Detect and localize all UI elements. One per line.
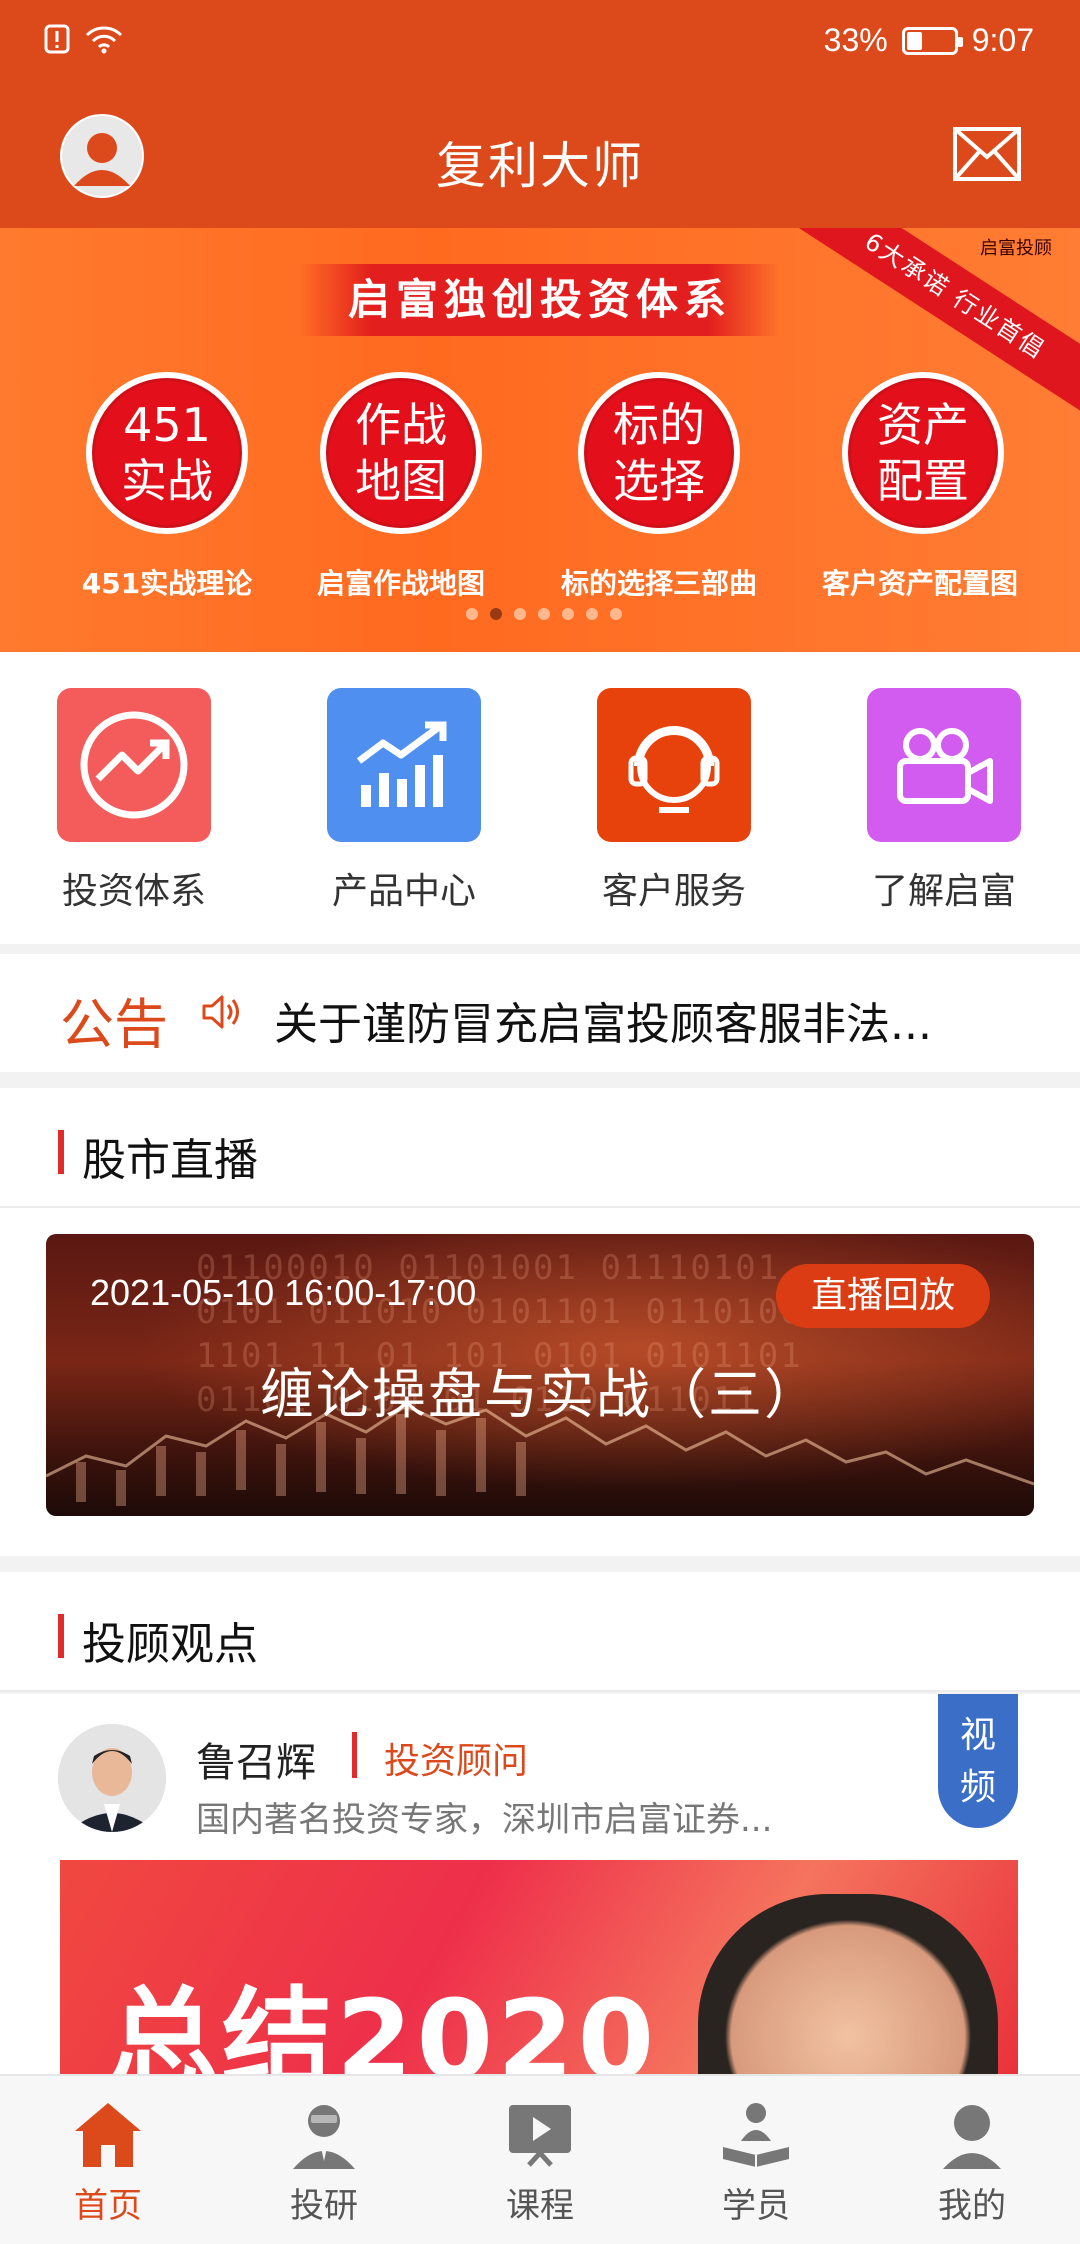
live-course-title: 缠论操盘与实战（三） xyxy=(260,1363,820,1426)
quick-nav-products[interactable]: 产品中心 xyxy=(304,688,504,914)
video-camera-icon xyxy=(867,688,1021,842)
notice-text: 关于谨防冒充启富投顾客服非法... xyxy=(274,999,932,1050)
circle-text: 选择 xyxy=(613,454,705,508)
quick-nav-label: 了解启富 xyxy=(871,871,1016,912)
wifi-icon xyxy=(84,24,124,58)
trend-circle-icon xyxy=(57,688,211,842)
advisor-video-cover[interactable]: 总结2020 xyxy=(60,1860,1018,2074)
carousel-dot[interactable] xyxy=(514,608,526,620)
tab-students[interactable]: 学员 xyxy=(648,2094,864,2227)
bottom-tab-bar: 首页 投研 课程 学员 我的 xyxy=(0,2074,1080,2244)
circle-text: 实战 xyxy=(121,454,213,508)
carousel-dot[interactable] xyxy=(610,608,622,620)
section-accent xyxy=(58,1130,64,1174)
section-title: 投顾观点 xyxy=(82,1619,258,1670)
section-accent xyxy=(58,1614,64,1658)
tab-courses[interactable]: 课程 xyxy=(432,2094,648,2227)
circle-text: 资产 xyxy=(877,398,969,452)
live-section-header: 股市直播 xyxy=(0,1088,1080,1208)
circle-text: 451 xyxy=(123,398,211,452)
promo-banner[interactable]: 启富独创投资体系 6大承诺 行业首倡 启富投顾 451 实战 作战 地图 标的 … xyxy=(0,228,1080,652)
banner-circle-451: 451 实战 xyxy=(86,372,248,534)
mail-icon xyxy=(953,127,1021,181)
badge-text: 视 xyxy=(959,1715,996,1756)
tab-profile[interactable]: 我的 xyxy=(864,2094,1080,2227)
banner-logo: 启富投顾 xyxy=(980,238,1052,259)
circle-text: 标的 xyxy=(613,398,705,452)
video-badge: 视 频 xyxy=(938,1694,1018,1828)
quick-nav-label: 客户服务 xyxy=(601,871,746,912)
carousel-dot[interactable] xyxy=(490,608,502,620)
tab-label: 首页 xyxy=(74,2186,142,2226)
carousel-dot[interactable] xyxy=(538,608,550,620)
name-separator xyxy=(352,1732,357,1778)
clock: 9:07 xyxy=(971,22,1034,58)
quick-nav-about[interactable]: 了解启富 xyxy=(844,688,1044,914)
profile-icon xyxy=(864,2094,1080,2174)
researcher-icon xyxy=(216,2094,432,2174)
banner-caption: 451实战理论 xyxy=(81,567,253,600)
banner-circle-map: 作战 地图 xyxy=(320,372,482,534)
live-date: 2021-05-10 16:00-17:00 xyxy=(90,1272,477,1313)
banner-circle-asset: 资产 配置 xyxy=(842,372,1004,534)
app-header: 复利大师 xyxy=(0,86,1080,228)
carousel-indicator[interactable] xyxy=(466,608,622,620)
advisor-section-header: 投顾观点 xyxy=(0,1572,1080,1692)
carousel-dot[interactable] xyxy=(586,608,598,620)
quick-nav: 投资体系 产品中心 客户服务 了解启富 xyxy=(0,652,1080,944)
replay-badge[interactable]: 直播回放 xyxy=(776,1264,990,1328)
status-bar: 33% 9:07 xyxy=(0,0,1080,86)
quick-nav-customer-service[interactable]: 客户服务 xyxy=(574,688,774,914)
tab-label: 投研 xyxy=(290,2186,358,2226)
circle-text: 作战 xyxy=(355,398,447,452)
alert-icon xyxy=(44,24,70,58)
circle-text: 配置 xyxy=(877,454,969,508)
tab-label: 课程 xyxy=(506,2186,574,2226)
student-icon xyxy=(648,2094,864,2174)
advisor-role: 投资顾问 xyxy=(384,1741,529,1782)
cover-title: 总结2020 xyxy=(108,1976,659,2074)
notice-bar[interactable]: 公告 关于谨防冒充启富投顾客服非法... xyxy=(0,954,1080,1072)
section-title: 股市直播 xyxy=(82,1135,258,1186)
live-card[interactable]: 01100010 01101001 01110101 0101 011010 01… xyxy=(46,1234,1034,1516)
headset-icon xyxy=(597,688,751,842)
tab-home[interactable]: 首页 xyxy=(0,2094,216,2227)
battery-percent: 33% xyxy=(823,22,888,58)
battery-icon xyxy=(901,26,963,55)
banner-headline: 启富独创投资体系 xyxy=(300,264,780,336)
quick-nav-invest-system[interactable]: 投资体系 xyxy=(34,688,234,914)
carousel-dot[interactable] xyxy=(562,608,574,620)
quick-nav-label: 投资体系 xyxy=(61,871,206,912)
speaker-icon xyxy=(200,992,244,1036)
bar-chart-icon xyxy=(327,688,481,842)
carousel-dot[interactable] xyxy=(466,608,478,620)
banner-circle-target: 标的 选择 xyxy=(578,372,740,534)
app-title: 复利大师 xyxy=(436,137,644,195)
advisor-avatar xyxy=(58,1724,166,1832)
badge-text: 频 xyxy=(959,1767,996,1808)
banner-caption: 标的选择三部曲 xyxy=(560,567,757,600)
tab-label: 我的 xyxy=(938,2186,1006,2226)
live-section: 01100010 01101001 01110101 0101 011010 01… xyxy=(0,1208,1080,1556)
cover-portrait xyxy=(698,1894,998,2074)
banner-caption: 启富作战地图 xyxy=(316,567,485,600)
notice-tag: 公告 xyxy=(60,993,168,1056)
message-button[interactable] xyxy=(952,126,1022,186)
tab-research[interactable]: 投研 xyxy=(216,2094,432,2227)
tab-label: 学员 xyxy=(722,2186,790,2226)
home-icon xyxy=(0,2094,216,2174)
advisor-intro: 国内著名投资专家，深圳市启富证券... xyxy=(196,1800,773,1840)
advisor-card[interactable]: 鲁召辉 投资顾问 国内著名投资专家，深圳市启富证券... 视 频 总结2020 xyxy=(0,1694,1080,2074)
circle-text: 地图 xyxy=(355,454,447,508)
course-play-icon xyxy=(432,2094,648,2174)
quick-nav-label: 产品中心 xyxy=(331,871,476,912)
advisor-name: 鲁召辉 xyxy=(196,1740,316,1786)
banner-caption: 客户资产配置图 xyxy=(821,567,1018,600)
